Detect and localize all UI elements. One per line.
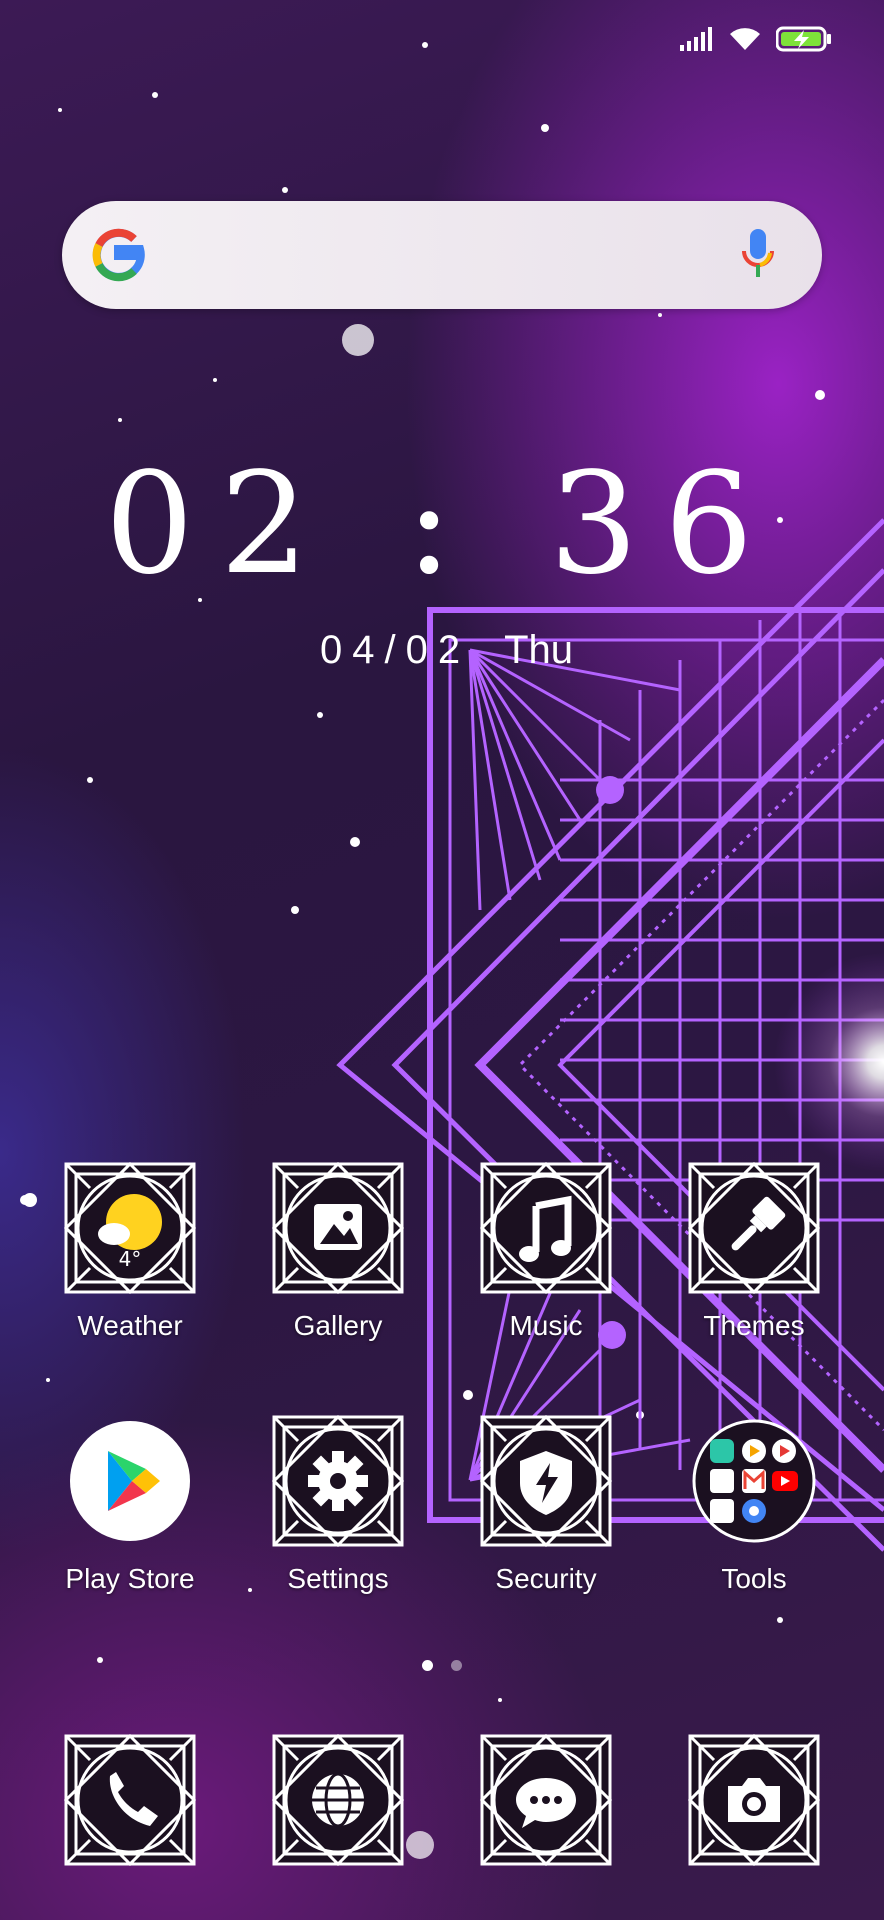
clock-time[interactable]: 02 : 36 — [0, 455, 884, 595]
microphone-icon[interactable] — [740, 227, 776, 283]
dock-browser[interactable] — [248, 1734, 428, 1870]
play-store-icon — [70, 1421, 190, 1541]
app-label-themes: Themes — [703, 1310, 805, 1341]
page-indicator[interactable] — [0, 1660, 884, 1671]
app-gallery[interactable]: Gallery — [248, 1162, 428, 1342]
google-g-logo — [92, 228, 145, 282]
signal-icon — [680, 27, 714, 55]
battery-charging-icon — [775, 26, 832, 56]
status-bar — [680, 26, 832, 56]
weekday-text: Thu — [504, 628, 574, 672]
app-themes[interactable]: Themes — [664, 1162, 844, 1342]
dock-phone[interactable] — [40, 1734, 220, 1870]
dock-messages[interactable] — [456, 1734, 636, 1870]
app-weather[interactable]: 4° Weather — [40, 1162, 220, 1342]
google-search-bar[interactable] — [62, 201, 822, 309]
dock-camera[interactable] — [664, 1734, 844, 1870]
date-text: 04/02 — [320, 628, 471, 672]
messages-icon — [480, 1734, 612, 1866]
phone-icon — [64, 1734, 196, 1866]
paint-brush-icon — [688, 1162, 820, 1294]
weather-sun-cloud-icon: 4° — [64, 1162, 196, 1294]
app-play-store[interactable]: Play Store — [40, 1415, 220, 1595]
app-label-weather: Weather — [77, 1310, 183, 1341]
app-music[interactable]: Music — [456, 1162, 636, 1342]
app-label-settings: Settings — [287, 1563, 389, 1594]
wifi-icon — [728, 26, 762, 56]
app-label-gallery: Gallery — [293, 1310, 383, 1341]
page-dot-2[interactable] — [451, 1660, 462, 1671]
shield-bolt-icon — [480, 1415, 612, 1547]
app-label-play-store: Play Store — [65, 1563, 195, 1594]
app-label-music: Music — [509, 1310, 583, 1341]
weather-temp: 4° — [119, 1247, 142, 1271]
folder-icon — [692, 1419, 816, 1543]
app-settings[interactable]: Settings — [248, 1415, 428, 1595]
app-tools-folder[interactable]: Tools — [664, 1415, 844, 1595]
clock-date[interactable]: 04/02 Thu — [320, 628, 573, 673]
camera-icon — [688, 1734, 820, 1866]
page-dot-1[interactable] — [422, 1660, 433, 1671]
music-note-icon — [480, 1162, 612, 1294]
app-label-tools: Tools — [721, 1563, 787, 1594]
gallery-image-icon — [272, 1162, 404, 1294]
browser-globe-icon — [272, 1734, 404, 1866]
app-security[interactable]: Security — [456, 1415, 636, 1595]
gear-icon — [272, 1415, 404, 1547]
app-label-security: Security — [495, 1563, 597, 1594]
